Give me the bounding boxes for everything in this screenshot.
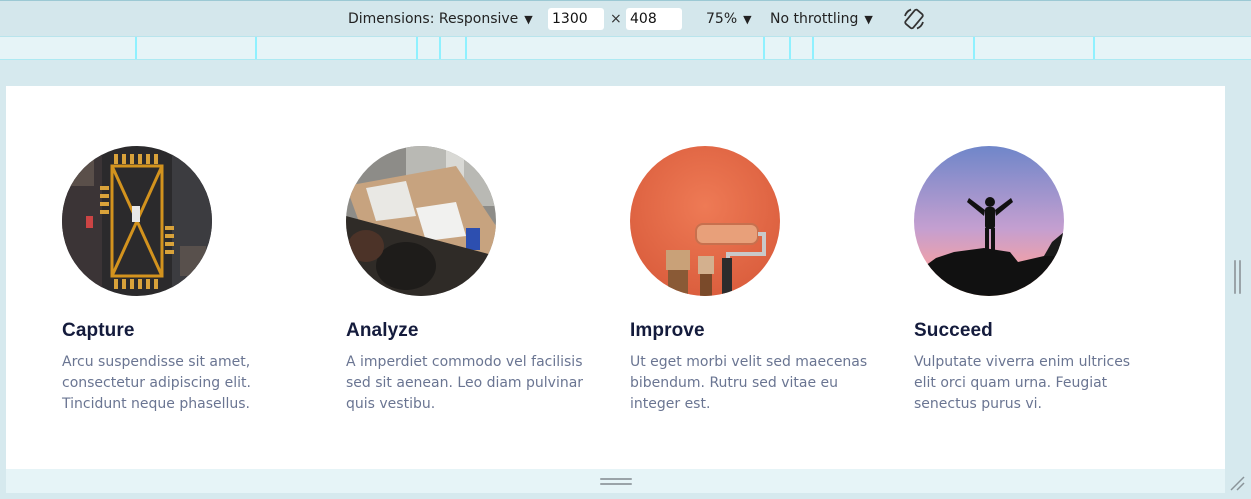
feature-title: Succeed [914, 320, 993, 341]
resize-handle-vertical-icon[interactable] [1234, 260, 1241, 294]
breakpoint-marker[interactable] [135, 37, 137, 59]
throttling-label: No throttling [770, 11, 859, 27]
height-input[interactable] [626, 8, 682, 30]
breakpoint-marker[interactable] [812, 37, 814, 59]
improve-image [630, 146, 780, 296]
breakpoint-marker[interactable] [255, 37, 257, 59]
times-symbol: × [610, 11, 622, 27]
breakpoint-marker[interactable] [465, 37, 467, 59]
breakpoint-marker[interactable] [439, 37, 441, 59]
succeed-image [914, 146, 1064, 296]
caret-down-icon: ▼ [743, 12, 752, 26]
analyze-image [346, 146, 496, 296]
caret-down-icon: ▼ [864, 12, 873, 26]
feature-title: Analyze [346, 320, 419, 341]
breakpoint-marker[interactable] [973, 37, 975, 59]
feature-title: Capture [62, 320, 135, 341]
caret-down-icon: ▼ [524, 12, 533, 26]
media-query-bar[interactable] [0, 36, 1251, 60]
zoom-label: 75% [706, 11, 738, 27]
page-viewport: Capture Arcu suspendisse sit amet, conse… [6, 86, 1225, 469]
corner-resize-icon[interactable] [1228, 474, 1246, 492]
feature-description: Ut eget morbi velit sed maecenas bibendu… [630, 354, 868, 412]
zoom-dropdown[interactable]: 75% ▼ [706, 11, 752, 27]
device-toolbar: Dimensions: Responsive ▼ × 75% ▼ No thro… [0, 0, 1251, 36]
breakpoint-marker[interactable] [789, 37, 791, 59]
feature-title: Improve [630, 320, 705, 341]
dimensions-dropdown[interactable]: Dimensions: Responsive ▼ [348, 11, 533, 27]
rotate-icon[interactable] [902, 7, 926, 31]
feature-description: A imperdiet commodo vel facilisis sed si… [346, 354, 584, 412]
feature-card-analyze: Analyze A imperdiet commodo vel facilisi… [346, 146, 606, 415]
feature-card-capture: Capture Arcu suspendisse sit amet, conse… [62, 146, 322, 415]
width-input[interactable] [548, 8, 604, 30]
feature-card-improve: Improve Ut eget morbi velit sed maecenas… [630, 146, 890, 415]
resize-handle-horizontal-icon[interactable] [600, 478, 632, 486]
throttling-dropdown[interactable]: No throttling ▼ [770, 11, 873, 27]
breakpoint-marker[interactable] [763, 37, 765, 59]
breakpoint-marker[interactable] [416, 37, 418, 59]
feature-description: Arcu suspendisse sit amet, consectetur a… [62, 354, 251, 412]
feature-card-succeed: Succeed Vulputate viverra enim ultrices … [914, 146, 1174, 415]
feature-description: Vulputate viverra enim ultrices elit orc… [914, 354, 1131, 412]
dimensions-label: Dimensions: Responsive [348, 11, 519, 27]
capture-image [62, 146, 212, 296]
breakpoint-marker[interactable] [1093, 37, 1095, 59]
